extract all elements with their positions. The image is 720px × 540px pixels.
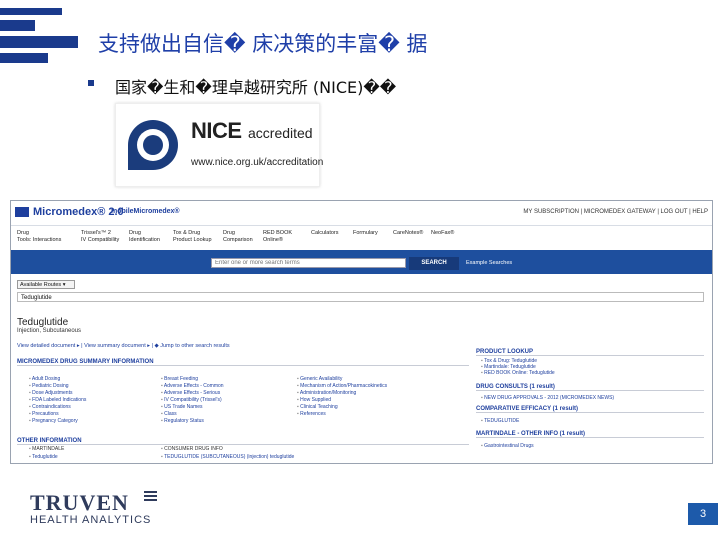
- tool-line: Formulary: [353, 230, 378, 236]
- tool-drug-identification[interactable]: Drug Identification: [129, 230, 160, 244]
- list-item[interactable]: Teduglutide: [29, 454, 58, 460]
- tool-drug-comparison[interactable]: Drug Comparison: [223, 230, 253, 244]
- tool-line: Identification: [129, 237, 160, 243]
- truven-lines-icon: [144, 491, 157, 503]
- list-item[interactable]: Generic Availability: [297, 376, 342, 382]
- list-item[interactable]: Mechanism of Action/Pharmacokinetics: [297, 383, 387, 389]
- list-item[interactable]: Dose Adjustments: [29, 390, 72, 396]
- martindale-other-header: MARTINDALE - OTHER INFO (1 result): [476, 431, 704, 438]
- comparative-efficacy-header: COMPARATIVE EFFICACY (1 result): [476, 406, 704, 413]
- product-lookup-header: PRODUCT LOOKUP: [476, 349, 704, 356]
- query-field[interactable]: Teduglutide: [17, 292, 704, 302]
- example-searches-link[interactable]: Example Searches: [466, 260, 512, 266]
- consumer-subheader: CONSUMER DRUG INFO: [161, 446, 223, 452]
- truven-logo-text: TRUVEN: [30, 490, 129, 515]
- summary-header: MICROMEDEX DRUG SUMMARY INFORMATION: [17, 359, 469, 366]
- tool-line: RED BOOK: [263, 230, 293, 236]
- tool-line: CareNotes®: [393, 230, 424, 236]
- list-item[interactable]: Pediatric Dosing: [29, 383, 68, 389]
- tool-line: Tox & Drug: [173, 230, 201, 236]
- tool-line: Tools: Interactions: [17, 237, 62, 243]
- list-item[interactable]: FDA Labeled Indications: [29, 397, 86, 403]
- decor-bar: [0, 8, 62, 15]
- bullet-text: 国家�生和�理卓越研究所 (NICE)��: [115, 78, 397, 97]
- list-item[interactable]: Administration/Monitoring: [297, 390, 356, 396]
- slide-title: 支持做出自信� 床决策的丰富� 据: [98, 32, 428, 56]
- routes-select-label: Available Routes: [20, 282, 62, 288]
- tool-calculators[interactable]: Calculators: [311, 230, 339, 237]
- decor-bar: [0, 20, 35, 31]
- decor-bar: [0, 36, 78, 48]
- list-item[interactable]: Contraindications: [29, 404, 71, 410]
- decor-bar: [0, 53, 48, 63]
- tool-line: Trissel's™ 2: [81, 230, 111, 236]
- martindale-subheader: MARTINDALE: [29, 446, 64, 452]
- list-item[interactable]: Adverse Effects - Serious: [161, 390, 220, 396]
- list-item[interactable]: Precautions: [29, 411, 58, 417]
- tool-red-book[interactable]: RED BOOK Online®: [263, 230, 292, 244]
- list-item[interactable]: Adult Dosing: [29, 376, 60, 382]
- top-links[interactable]: MY SUBSCRIPTION | MICROMEDEX GATEWAY | L…: [523, 209, 708, 215]
- page-number: 3: [688, 503, 718, 525]
- tool-line: IV Compatibility: [81, 237, 120, 243]
- available-routes-select[interactable]: Available Routes ▾: [17, 280, 75, 289]
- list-item[interactable]: Pregnancy Category: [29, 418, 78, 424]
- bullet-marker: [88, 80, 94, 86]
- list-item[interactable]: Clinical Teaching: [297, 404, 337, 410]
- list-item[interactable]: NEW DRUG APPROVALS - 2012 (MICROMEDEX NE…: [481, 395, 614, 401]
- micromedex-screenshot: Micromedex® 2.0 mobileMicromedex® MY SUB…: [10, 200, 713, 464]
- list-item[interactable]: References: [297, 411, 326, 417]
- list-item[interactable]: IV Compatibility (Trissel's): [161, 397, 221, 403]
- list-item[interactable]: Adverse Effects - Common: [161, 383, 224, 389]
- nice-accredited-word: accredited: [248, 125, 313, 141]
- tool-line: Drug: [17, 230, 29, 236]
- list-item[interactable]: Class: [161, 411, 177, 417]
- drug-name: Teduglutide: [17, 317, 69, 328]
- search-input[interactable]: [211, 258, 406, 268]
- mobile-link[interactable]: mobileMicromedex®: [111, 208, 180, 215]
- drug-route: Injection, Subcutaneous: [17, 328, 82, 334]
- list-item[interactable]: How Supplied: [297, 397, 331, 403]
- tool-neofax[interactable]: NeoFax®: [431, 230, 454, 237]
- tool-iv-compatibility[interactable]: Trissel's™ 2 IV Compatibility: [81, 230, 119, 244]
- nice-url: www.nice.org.uk/accreditation: [191, 157, 324, 168]
- nice-mark-icon: [128, 120, 178, 170]
- tool-line: Online®: [263, 237, 283, 243]
- header-bar: Micromedex® 2.0 mobileMicromedex® MY SUB…: [11, 201, 712, 226]
- tool-line: Drug: [129, 230, 141, 236]
- list-item[interactable]: RED BOOK Online: Teduglutide: [481, 370, 555, 376]
- nice-word: NICE: [191, 118, 242, 143]
- tool-drug-interactions[interactable]: Drug Tools: Interactions: [17, 230, 61, 244]
- list-item[interactable]: TEDUGLUTIDE: [481, 418, 519, 424]
- tool-line: Product Lookup: [173, 237, 212, 243]
- list-item[interactable]: Gastrointestinal Drugs: [481, 443, 533, 449]
- search-button[interactable]: SEARCH: [409, 257, 459, 270]
- tool-formulary[interactable]: Formulary: [353, 230, 378, 237]
- nice-accreditation-logo: NICE accredited www.nice.org.uk/accredit…: [115, 103, 324, 187]
- micromedex-logo-icon: [15, 207, 29, 217]
- truven-tagline: HEALTH ANALYTICS: [30, 514, 152, 526]
- other-info-header: OTHER INFORMATION: [17, 438, 469, 445]
- tool-line: Calculators: [311, 230, 339, 236]
- drug-consults-header: DRUG CONSULTS (1 result): [476, 384, 704, 391]
- tool-line: NeoFax®: [431, 230, 455, 236]
- document-links[interactable]: View detailed document ▸ | View summary …: [17, 343, 230, 349]
- list-item[interactable]: Regulatory Status: [161, 418, 204, 424]
- chevron-down-icon: ▾: [62, 282, 66, 288]
- tool-product-lookup[interactable]: Tox & Drug Product Lookup: [173, 230, 212, 244]
- list-item[interactable]: Breast Feeding: [161, 376, 198, 382]
- list-item[interactable]: US Trade Names: [161, 404, 202, 410]
- tool-carenotes[interactable]: CareNotes®: [393, 230, 423, 237]
- tool-line: Drug: [223, 230, 235, 236]
- tool-line: Comparison: [223, 237, 253, 243]
- list-item[interactable]: TEDUGLUTIDE (SUBCUTANEOUS) (injection) t…: [161, 454, 294, 460]
- tools-row: Drug Tools: Interactions Trissel's™ 2 IV C…: [11, 226, 712, 249]
